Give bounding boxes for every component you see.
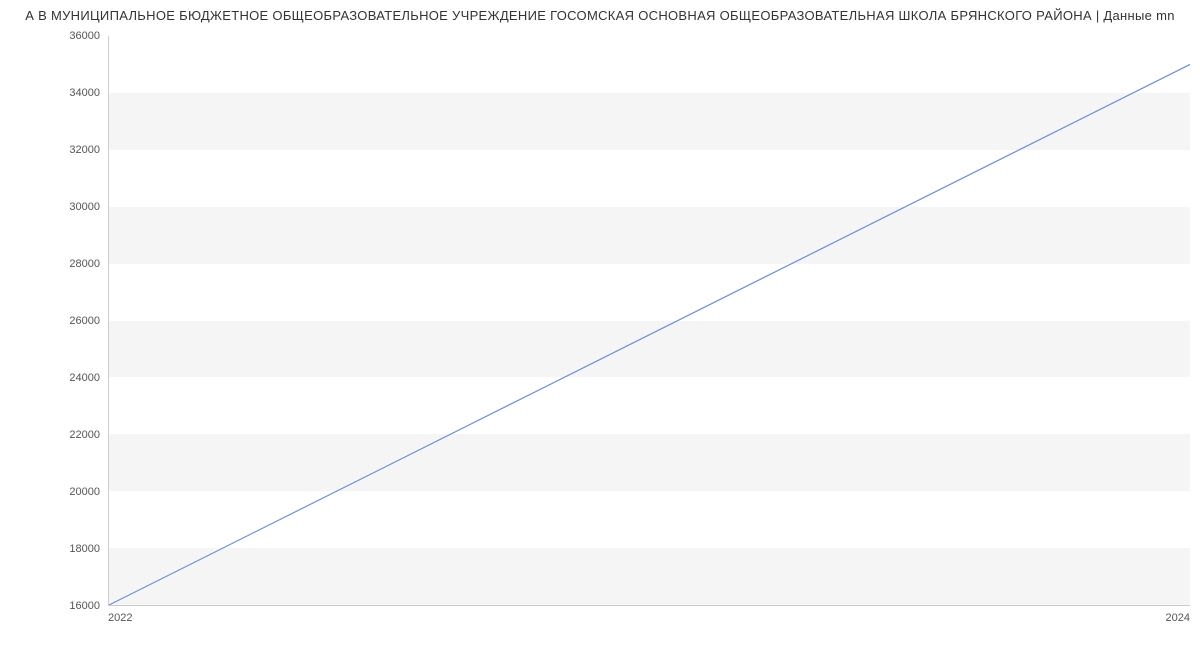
y-tick-label: 30000 [69,201,100,213]
y-tick-label: 22000 [69,429,100,441]
y-tick-label: 16000 [69,600,100,612]
y-tick-label: 24000 [69,372,100,384]
chart-plot-area: 1600018000200002200024000260002800030000… [108,36,1190,606]
x-tick-label: 2022 [108,612,132,624]
plot-frame [108,36,1190,606]
y-tick-label: 28000 [69,258,100,270]
y-tick-label: 32000 [69,144,100,156]
line-series [109,36,1190,605]
y-tick-label: 18000 [69,543,100,555]
y-tick-label: 26000 [69,315,100,327]
x-tick-label: 2024 [1166,612,1190,624]
chart-title: А В МУНИЦИПАЛЬНОЕ БЮДЖЕТНОЕ ОБЩЕОБРАЗОВА… [0,0,1200,23]
y-tick-label: 20000 [69,486,100,498]
y-tick-label: 36000 [69,30,100,42]
y-tick-label: 34000 [69,87,100,99]
